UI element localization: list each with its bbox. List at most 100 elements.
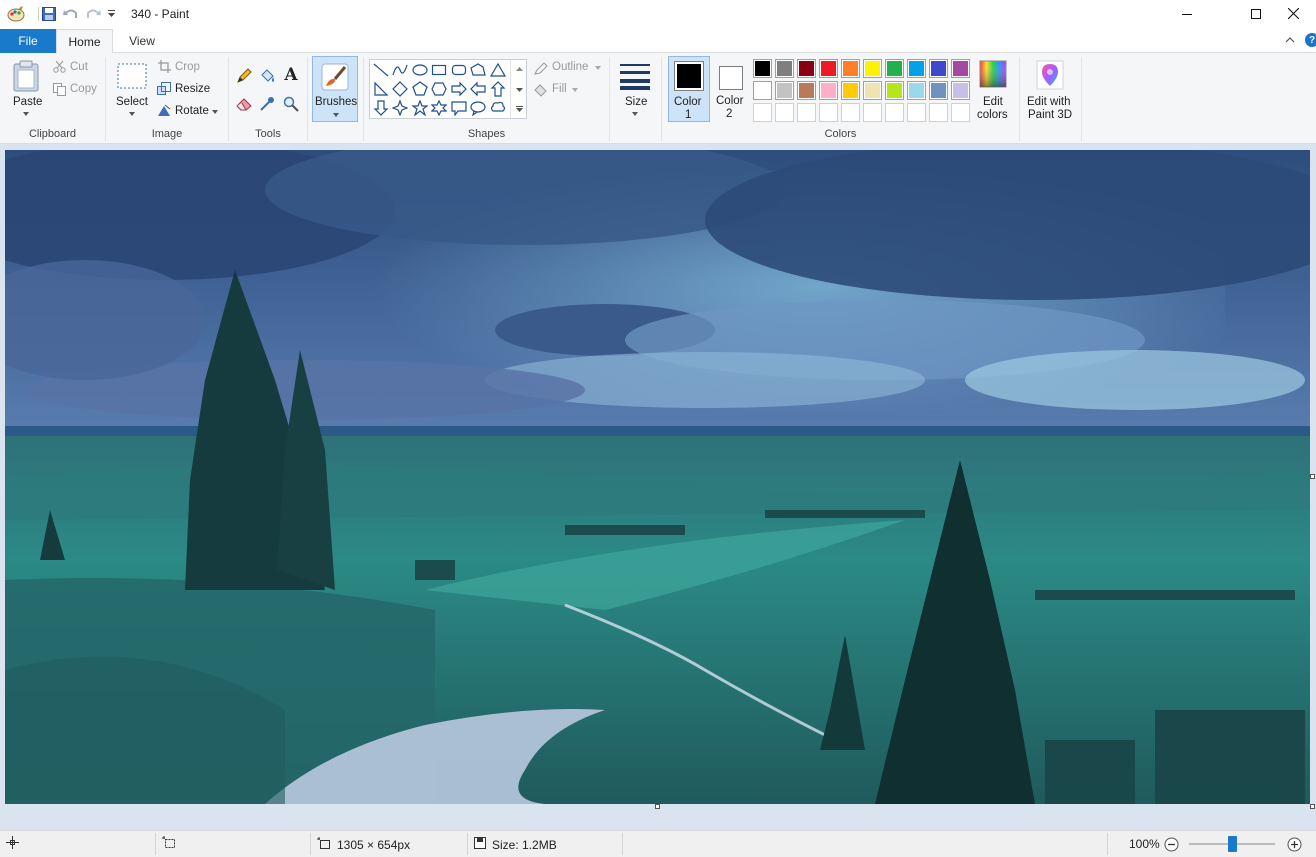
palette-custom-slot[interactable]: [907, 103, 926, 122]
five-point-star-shape-icon[interactable]: [411, 99, 429, 117]
size-button[interactable]: Size: [625, 96, 647, 108]
outline-button[interactable]: Outline: [552, 61, 588, 73]
color-picker-icon[interactable]: [258, 95, 276, 113]
drawing-canvas[interactable]: [5, 150, 1310, 804]
size-dropdown-icon[interactable]: [631, 111, 639, 117]
palette-swatch[interactable]: [797, 81, 816, 100]
eraser-icon[interactable]: [235, 95, 253, 113]
polygon-shape-icon[interactable]: [469, 61, 487, 79]
shapes-expand-icon[interactable]: [513, 104, 525, 114]
pencil-icon[interactable]: [235, 67, 253, 85]
rectangle-callout-shape-icon[interactable]: [450, 99, 468, 117]
palette-swatch[interactable]: [753, 59, 772, 78]
fill-dropdown-icon[interactable]: [571, 87, 579, 93]
palette-swatch[interactable]: [863, 59, 882, 78]
down-arrow-shape-icon[interactable]: [372, 99, 390, 117]
select-dropdown-icon[interactable]: [128, 111, 136, 117]
edit-colors-line1[interactable]: Edit: [983, 96, 1003, 108]
canvas-workspace[interactable]: [0, 144, 1316, 830]
palette-swatch[interactable]: [885, 59, 904, 78]
palette-custom-slot[interactable]: [929, 103, 948, 122]
tab-view[interactable]: View: [115, 29, 169, 53]
pentagon-shape-icon[interactable]: [411, 80, 429, 98]
palette-swatch[interactable]: [775, 81, 794, 100]
zoom-out-icon[interactable]: [1163, 836, 1179, 852]
rectangle-shape-icon[interactable]: [430, 61, 448, 79]
text-tool-icon[interactable]: A: [282, 65, 300, 85]
cloud-callout-shape-icon[interactable]: [489, 99, 507, 117]
palette-custom-slot[interactable]: [841, 103, 860, 122]
help-icon[interactable]: ?: [1305, 33, 1316, 47]
collapse-ribbon-icon[interactable]: [1284, 34, 1296, 46]
oval-callout-shape-icon[interactable]: [469, 99, 487, 117]
paste-dropdown-icon[interactable]: [22, 111, 30, 117]
zoom-slider-track[interactable]: [1189, 836, 1275, 852]
brushes-button[interactable]: Brushes: [312, 56, 358, 122]
right-arrow-shape-icon[interactable]: [450, 80, 468, 98]
color-wheel-icon[interactable]: [978, 59, 1008, 89]
select-icon[interactable]: [116, 61, 148, 91]
paint3d-icon[interactable]: [1035, 59, 1065, 91]
palette-swatch[interactable]: [951, 59, 970, 78]
copy-button[interactable]: Copy: [70, 83, 97, 95]
cut-button[interactable]: Cut: [70, 61, 88, 73]
curve-shape-icon[interactable]: [391, 61, 409, 79]
palette-custom-slot[interactable]: [797, 103, 816, 122]
palette-swatch[interactable]: [797, 59, 816, 78]
right-triangle-shape-icon[interactable]: [372, 80, 390, 98]
shapes-scroll-down-icon[interactable]: [513, 85, 525, 95]
palette-swatch[interactable]: [863, 81, 882, 100]
select-button[interactable]: Select: [116, 96, 148, 108]
color1-button[interactable]: Color 1: [668, 56, 710, 122]
diamond-shape-icon[interactable]: [391, 80, 409, 98]
palette-swatch[interactable]: [841, 59, 860, 78]
palette-custom-slot[interactable]: [819, 103, 838, 122]
triangle-shape-icon[interactable]: [489, 61, 507, 79]
magnifier-icon[interactable]: [282, 95, 300, 113]
palette-swatch[interactable]: [819, 59, 838, 78]
palette-swatch[interactable]: [819, 81, 838, 100]
hexagon-shape-icon[interactable]: [430, 80, 448, 98]
four-point-star-shape-icon[interactable]: [391, 99, 409, 117]
palette-swatch[interactable]: [907, 81, 926, 100]
edit-paint3d-line2[interactable]: Paint 3D: [1028, 109, 1072, 121]
rotate-button[interactable]: Rotate: [175, 105, 209, 117]
save-icon[interactable]: [40, 5, 58, 23]
rotate-dropdown-icon[interactable]: [211, 109, 219, 115]
resize-button[interactable]: Resize: [175, 83, 210, 95]
edit-colors-line2[interactable]: colors: [977, 109, 1008, 121]
up-arrow-shape-icon[interactable]: [489, 80, 507, 98]
canvas-resize-handle-corner[interactable]: [1310, 804, 1315, 809]
fill-button[interactable]: Fill: [552, 83, 567, 95]
palette-swatch[interactable]: [951, 81, 970, 100]
palette-swatch[interactable]: [841, 81, 860, 100]
paste-icon[interactable]: [12, 58, 40, 94]
fill-bucket-icon[interactable]: [258, 67, 276, 85]
palette-custom-slot[interactable]: [775, 103, 794, 122]
zoom-in-icon[interactable]: [1286, 836, 1302, 852]
undo-icon[interactable]: [62, 5, 80, 23]
palette-swatch[interactable]: [907, 59, 926, 78]
tab-home[interactable]: Home: [56, 29, 113, 54]
crop-button[interactable]: Crop: [175, 61, 200, 73]
color2-button[interactable]: Color 2: [714, 56, 748, 122]
palette-swatch[interactable]: [753, 81, 772, 100]
paint-app-icon[interactable]: [6, 5, 26, 23]
oval-shape-icon[interactable]: [411, 61, 429, 79]
minimize-button[interactable]: [1164, 0, 1210, 29]
line-shape-icon[interactable]: [372, 61, 390, 79]
palette-swatch[interactable]: [775, 59, 794, 78]
size-icon[interactable]: [617, 58, 653, 92]
redo-icon[interactable]: [84, 5, 102, 23]
left-arrow-shape-icon[interactable]: [469, 80, 487, 98]
palette-swatch[interactable]: [929, 81, 948, 100]
customize-toolbar-icon[interactable]: [105, 5, 117, 23]
paste-button[interactable]: Paste: [13, 96, 42, 108]
close-button[interactable]: [1270, 0, 1316, 29]
palette-custom-slot[interactable]: [863, 103, 882, 122]
shapes-scroll-up-icon[interactable]: [513, 64, 525, 74]
canvas-resize-handle-right[interactable]: [1310, 474, 1315, 479]
zoom-slider-thumb[interactable]: [1227, 836, 1237, 852]
palette-custom-slot[interactable]: [951, 103, 970, 122]
six-point-star-shape-icon[interactable]: [430, 99, 448, 117]
